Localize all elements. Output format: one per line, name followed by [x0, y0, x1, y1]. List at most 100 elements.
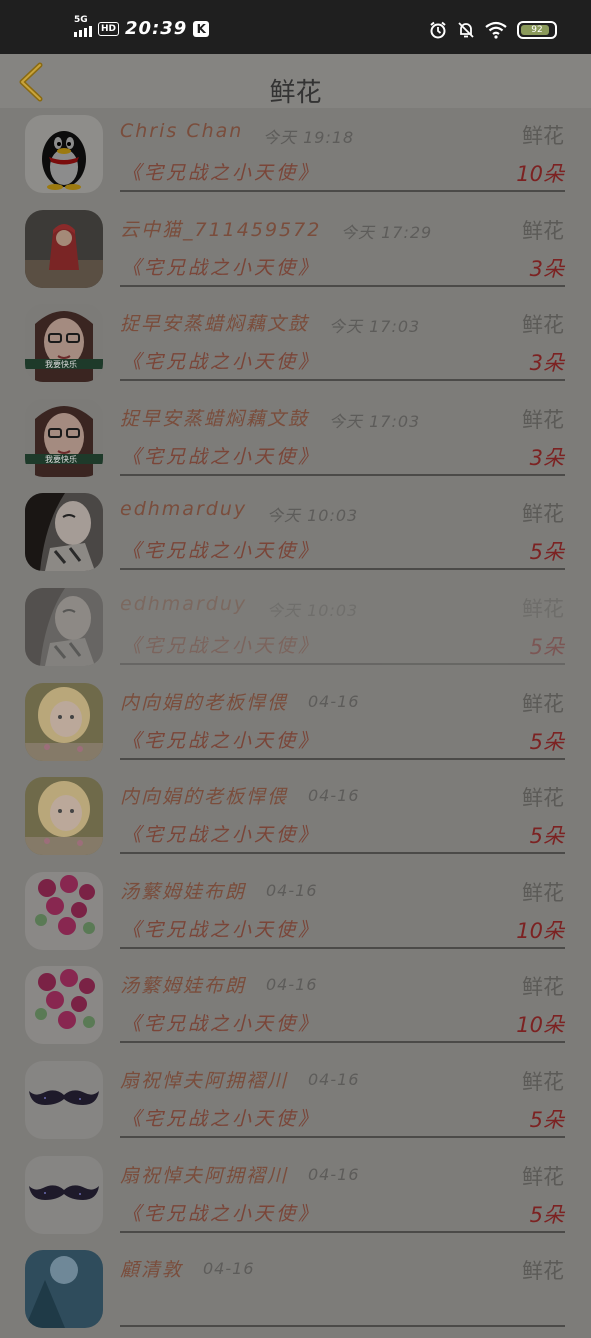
girl-glasses-avatar-image: 我要快乐 — [25, 304, 103, 383]
row-divider — [120, 379, 565, 382]
mustache-avatar[interactable] — [25, 1155, 103, 1234]
gift-time: 04-16 — [308, 786, 360, 806]
pink-roses-avatar[interactable] — [25, 966, 103, 1045]
gift-type: 鲜花 — [522, 407, 564, 432]
status-left: 5G HD 20:39 K — [74, 15, 210, 39]
gift-count: 3朵 — [529, 351, 564, 376]
gift-time: 04-16 — [308, 1164, 360, 1184]
book-title[interactable]: 《宅兄战之小天使》 — [122, 253, 320, 280]
book-title[interactable]: 《宅兄战之小天使》 — [122, 1009, 320, 1036]
list-item[interactable]: 扇祝悼夫阿拥褶川 04-16 鲜花 《宅兄战之小天使》 5朵 — [0, 1149, 591, 1244]
gift-type: 鲜花 — [522, 1259, 564, 1284]
user-name[interactable]: 云中猫_711459572 — [120, 215, 321, 242]
clock: 20:39 — [125, 18, 188, 39]
list-item[interactable]: 内向娟的老板悍偎 04-16 鲜花 《宅兄战之小天使》 5朵 — [0, 676, 591, 771]
gift-type: 鲜花 — [522, 313, 564, 338]
gift-count: 3朵 — [529, 256, 564, 281]
blonde-child-avatar[interactable] — [25, 682, 103, 761]
app-header: 鲜花 — [0, 54, 591, 108]
row-divider — [120, 946, 565, 949]
book-title[interactable]: 《宅兄战之小天使》 — [122, 442, 320, 469]
row-divider — [120, 1230, 565, 1233]
book-title[interactable]: 《宅兄战之小天使》 — [122, 1104, 320, 1131]
gift-type: 鲜花 — [522, 596, 564, 621]
book-title[interactable]: 《宅兄战之小天使》 — [122, 536, 320, 563]
svg-text:我要快乐: 我要快乐 — [45, 454, 77, 464]
gift-type: 鲜花 — [522, 502, 564, 527]
pink-roses-avatar[interactable] — [25, 871, 103, 950]
list-item[interactable]: Chris Chan 今天 19:18 鲜花 《宅兄战之小天使》 10朵 — [0, 108, 591, 203]
hd-badge: HD — [98, 21, 120, 36]
woman-portrait-avatar[interactable] — [25, 587, 103, 666]
list-item[interactable]: 云中猫_711459572 今天 17:29 鲜花 《宅兄战之小天使》 3朵 — [0, 203, 591, 298]
book-title[interactable]: 《宅兄战之小天使》 — [122, 631, 320, 658]
mustache-avatar-image — [25, 1060, 103, 1139]
gift-time: 04-16 — [203, 1259, 255, 1279]
gift-count: 10朵 — [516, 162, 564, 186]
row-divider — [120, 852, 565, 855]
gift-time: 今天 17:03 — [329, 411, 421, 431]
book-title[interactable]: 《宅兄战之小天使》 — [122, 347, 320, 374]
list-item[interactable]: 扇祝悼夫阿拥褶川 04-16 鲜花 《宅兄战之小天使》 5朵 — [0, 1054, 591, 1149]
list-item[interactable]: 我要快乐 捉早安蒸蜡焖藕文鼓 今天 17:03 鲜花 《宅兄战之小天使》 3朵 — [0, 297, 591, 392]
list-item[interactable]: edhmarduy 今天 10:03 鲜花 《宅兄战之小天使》 5朵 — [0, 581, 591, 676]
gift-count: 5朵 — [529, 540, 564, 565]
user-name[interactable]: 扇祝悼夫阿拥褶川 — [120, 1161, 288, 1188]
status-right: 92 — [429, 21, 557, 39]
list-item[interactable]: 内向娟的老板悍偎 04-16 鲜花 《宅兄战之小天使》 5朵 — [0, 770, 591, 865]
user-name[interactable]: edhmarduy — [120, 593, 247, 615]
alarm-icon — [430, 21, 446, 39]
gift-time: 今天 10:03 — [267, 600, 359, 620]
gift-count: 5朵 — [529, 634, 564, 659]
penguin-avatar-image — [25, 115, 103, 193]
penguin-avatar[interactable] — [25, 115, 103, 193]
user-name[interactable]: 扇祝悼夫阿拥褶川 — [120, 1066, 288, 1093]
list-item[interactable]: 汤蘩姆娃布朗 04-16 鲜花 《宅兄战之小天使》 10朵 — [0, 865, 591, 960]
woman-portrait-avatar-image — [25, 493, 103, 572]
row-divider — [120, 284, 565, 287]
user-name[interactable]: 汤蘩姆娃布朗 — [120, 971, 246, 998]
row-divider — [120, 473, 565, 476]
child-red-coat-avatar[interactable] — [25, 209, 103, 288]
row-divider — [120, 190, 565, 192]
gift-type: 鲜花 — [522, 1069, 564, 1094]
user-name[interactable]: edhmarduy — [120, 498, 247, 520]
list-item[interactable]: 汤蘩姆娃布朗 04-16 鲜花 《宅兄战之小天使》 10朵 — [0, 959, 591, 1054]
book-title[interactable]: 《宅兄战之小天使》 — [122, 915, 320, 942]
user-name[interactable]: 内向娟的老板悍偎 — [120, 782, 288, 809]
book-title[interactable]: 《宅兄战之小天使》 — [122, 1199, 320, 1226]
gift-type: 鲜花 — [522, 218, 564, 243]
list-item[interactable]: 我要快乐 捉早安蒸蜡焖藕文鼓 今天 17:03 鲜花 《宅兄战之小天使》 3朵 — [0, 392, 591, 487]
gift-time: 今天 19:18 — [263, 128, 355, 147]
signal-icon: 5G — [74, 15, 92, 37]
gift-count: 5朵 — [529, 1107, 564, 1132]
list-item[interactable]: 顧清敦 04-16 鲜花 — [0, 1243, 591, 1338]
gift-time: 今天 17:29 — [341, 222, 433, 242]
gift-time: 今天 10:03 — [267, 506, 359, 526]
user-name[interactable]: 汤蘩姆娃布朗 — [120, 877, 246, 904]
book-title[interactable]: 《宅兄战之小天使》 — [122, 726, 320, 753]
gift-type: 鲜花 — [522, 975, 564, 1000]
book-title[interactable]: 《宅兄战之小天使》 — [122, 158, 320, 185]
user-name[interactable]: 内向娟的老板悍偎 — [120, 688, 288, 715]
user-name[interactable]: 捉早安蒸蜡焖藕文鼓 — [120, 404, 309, 431]
gift-type: 鲜花 — [522, 691, 564, 716]
user-name[interactable]: 顧清敦 — [120, 1255, 183, 1282]
battery-level: 92 — [531, 25, 543, 35]
book-title[interactable]: 《宅兄战之小天使》 — [122, 820, 320, 847]
blonde-child-avatar-image — [25, 777, 103, 856]
mustache-avatar[interactable] — [25, 1060, 103, 1139]
flower-gift-list: Chris Chan 今天 19:18 鲜花 《宅兄战之小天使》 10朵 云中猫… — [0, 108, 591, 1338]
blue-scene-avatar[interactable] — [25, 1250, 103, 1329]
row-divider — [120, 1325, 565, 1328]
blonde-child-avatar[interactable] — [25, 777, 103, 856]
user-name[interactable]: Chris Chan — [120, 120, 243, 142]
woman-portrait-avatar[interactable] — [25, 493, 103, 572]
status-bar: 5G HD 20:39 K 92 — [0, 0, 591, 54]
row-divider — [120, 662, 565, 665]
user-name[interactable]: 捉早安蒸蜡焖藕文鼓 — [120, 309, 309, 336]
girl-glasses-avatar[interactable]: 我要快乐 — [25, 398, 103, 477]
gift-count: 5朵 — [529, 824, 564, 849]
girl-glasses-avatar[interactable]: 我要快乐 — [25, 304, 103, 383]
list-item[interactable]: edhmarduy 今天 10:03 鲜花 《宅兄战之小天使》 5朵 — [0, 486, 591, 581]
